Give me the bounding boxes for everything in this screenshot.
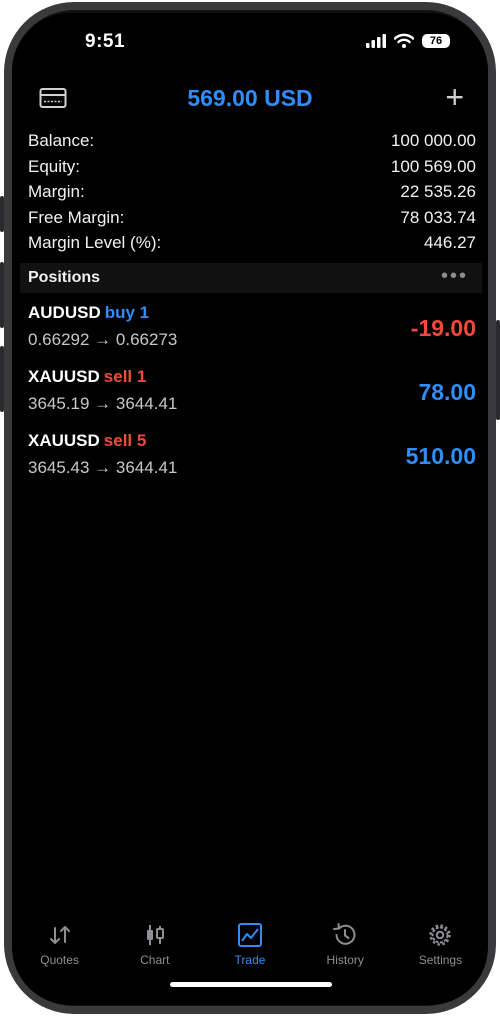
summary-label: Equity: — [28, 156, 80, 176]
summary-row-margin: Margin: 22 535.26 — [28, 182, 476, 208]
tab-trade[interactable]: Trade — [202, 923, 297, 973]
tab-label: Settings — [418, 953, 463, 967]
battery-indicator: 76 — [422, 33, 450, 48]
position-row[interactable]: XAUUSD sell 1 3645.19 → 3644.41 78.00 — [28, 367, 476, 427]
position-prices: 3645.43 → 3644.41 — [28, 458, 178, 477]
position-row[interactable]: AUDUSD buy 1 0.66292 → 0.66273 -19.00 — [28, 303, 476, 363]
position-profit: -19.00 — [410, 315, 476, 341]
position-direction: sell 5 — [103, 431, 147, 450]
positions-section-header: Positions ••• — [20, 263, 482, 293]
more-icon[interactable]: ••• — [441, 265, 468, 288]
history-clock-icon — [333, 923, 356, 945]
summary-row-balance: Balance: 100 000.00 — [28, 131, 476, 157]
bottom-tab-bar: Quotes Chart Trade History Settings — [12, 923, 488, 973]
position-symbol: XAUUSD — [28, 367, 100, 386]
trade-chart-icon — [238, 923, 262, 947]
position-row[interactable]: XAUUSD sell 5 3645.43 → 3644.41 510.00 — [28, 431, 476, 491]
gear-icon — [429, 924, 452, 946]
tab-label: Chart — [140, 953, 170, 967]
summary-value: 22 535.26 — [400, 182, 476, 201]
tab-settings[interactable]: Settings — [393, 923, 488, 973]
summary-value: 100 569.00 — [390, 156, 476, 176]
tab-label: History — [326, 953, 364, 967]
app-screen: 9:51 76 569.00 USD + Balance: 100 000.00… — [12, 13, 488, 1005]
account-summary: Balance: 100 000.00 Equity: 100 569.00 M… — [28, 131, 476, 259]
summary-label: Margin Level (%): — [28, 233, 162, 252]
summary-row-equity: Equity: 100 569.00 — [28, 157, 476, 183]
position-direction: buy 1 — [104, 303, 150, 322]
positions-title: Positions — [28, 269, 101, 286]
status-time: 9:51 — [85, 31, 126, 52]
tab-history[interactable]: History — [298, 923, 393, 973]
position-prices: 3645.19 → 3644.41 — [28, 394, 178, 413]
tab-chart[interactable]: Chart — [107, 923, 202, 973]
position-symbol: AUDUSD — [28, 303, 101, 322]
tab-quotes[interactable]: Quotes — [12, 923, 107, 973]
summary-label: Balance: — [28, 131, 95, 150]
position-profit: 510.00 — [405, 443, 476, 469]
summary-row-free-margin: Free Margin: 78 033.74 — [28, 208, 476, 234]
tab-label: Quotes — [40, 953, 79, 967]
side-button-power — [496, 320, 500, 420]
signal-icon — [366, 33, 386, 48]
side-button-volume-up — [0, 262, 4, 328]
app-header: 569.00 USD + — [12, 79, 488, 119]
plus-icon[interactable]: + — [445, 81, 464, 113]
position-profit: 78.00 — [418, 379, 476, 405]
summary-row-margin-level: Margin Level (%): 446.27 — [28, 233, 476, 259]
side-button-volume-down — [0, 346, 4, 412]
summary-label: Free Margin: — [28, 207, 125, 227]
summary-value: 446.27 — [424, 233, 476, 252]
position-direction: sell 1 — [103, 367, 147, 386]
candlestick-icon — [146, 925, 164, 945]
summary-label: Margin: — [28, 182, 85, 201]
quotes-arrows-icon — [49, 926, 70, 944]
summary-value: 100 000.00 — [390, 131, 476, 150]
status-icons: 76 — [366, 33, 450, 48]
position-symbol: XAUUSD — [28, 431, 100, 450]
tab-label: Trade — [234, 953, 266, 967]
position-prices: 0.66292 → 0.66273 — [28, 330, 178, 349]
home-indicator[interactable] — [170, 982, 332, 987]
wifi-icon — [394, 33, 414, 48]
summary-value: 78 033.74 — [400, 207, 476, 227]
side-button-mute — [0, 196, 4, 232]
account-profit-title: 569.00 USD — [187, 85, 313, 111]
status-bar: 9:51 76 — [12, 13, 488, 73]
